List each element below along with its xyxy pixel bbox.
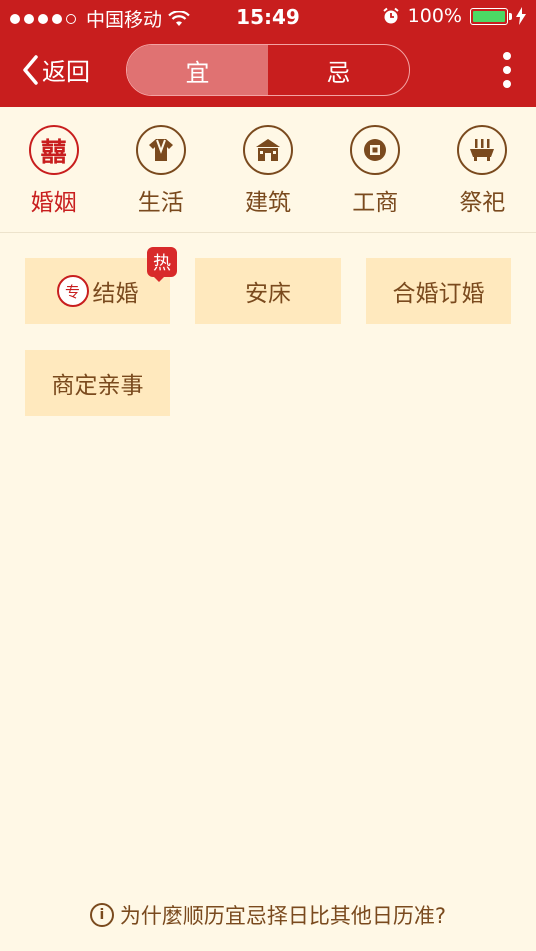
special-badge-icon: 专: [56, 275, 89, 307]
house-icon: [243, 125, 293, 175]
incense-burner-icon: [457, 125, 508, 175]
category-tabs: 囍 婚姻 生活 建筑 工商 祭祀: [0, 107, 536, 233]
chevron-left-icon: [23, 54, 38, 85]
tag-anchuang[interactable]: 安床: [195, 258, 341, 324]
clothing-icon: [135, 125, 186, 175]
top-bar: 中国移动 15:49 100% 返回 宜 忌: [0, 0, 536, 107]
more-dot: [503, 66, 511, 74]
status-bar: 中国移动 15:49 100%: [0, 0, 536, 34]
category-life[interactable]: 生活: [107, 107, 214, 232]
back-label: 返回: [42, 58, 90, 86]
more-dot: [503, 52, 511, 60]
more-menu-button[interactable]: [502, 52, 512, 88]
coin-icon: [350, 125, 401, 175]
tag-label: 结婚: [92, 281, 139, 307]
battery-percent: 100%: [407, 5, 462, 27]
tag-label: 商定亲事: [51, 373, 144, 399]
tag-hehun-dinghun[interactable]: 合婚订婚: [366, 258, 511, 324]
category-label: 祭祀: [459, 190, 506, 216]
battery-icon: [470, 7, 512, 25]
navigation-bar: 返回 宜 忌: [0, 34, 536, 107]
category-commerce[interactable]: 工商: [322, 107, 429, 232]
segment-ji[interactable]: 忌: [268, 45, 409, 95]
back-button[interactable]: 返回: [22, 52, 90, 87]
charging-bolt-icon: [516, 7, 526, 25]
battery-fill: [473, 10, 505, 22]
category-sacrifice[interactable]: 祭祀: [429, 107, 536, 232]
double-happiness-icon: 囍: [28, 125, 79, 175]
category-marriage[interactable]: 囍 婚姻: [0, 107, 107, 232]
segment-yi[interactable]: 宜: [127, 45, 268, 95]
status-right: 100%: [382, 5, 526, 27]
info-icon: i: [89, 903, 114, 927]
category-label: 婚姻: [30, 190, 77, 216]
category-label: 建筑: [245, 190, 291, 216]
footer-text: 为什麼顺历宜忌择日比其他日历准?: [119, 904, 447, 928]
hot-badge: 热: [147, 247, 177, 282]
category-architecture[interactable]: 建筑: [214, 107, 321, 232]
yi-ji-segmented-control: 宜 忌: [126, 44, 410, 96]
alarm-clock-icon: [383, 7, 399, 24]
accuracy-info-link[interactable]: i 为什麼顺历宜忌择日比其他日历准?: [0, 900, 536, 930]
tag-label: 合婚订婚: [392, 281, 485, 307]
double-happiness-glyph: 囍: [40, 137, 67, 168]
tag-label: 安床: [245, 281, 291, 307]
category-label: 生活: [137, 190, 184, 216]
tag-shangding-qinshi[interactable]: 商定亲事: [25, 350, 170, 416]
category-label: 工商: [352, 190, 399, 216]
more-dot: [503, 80, 511, 88]
